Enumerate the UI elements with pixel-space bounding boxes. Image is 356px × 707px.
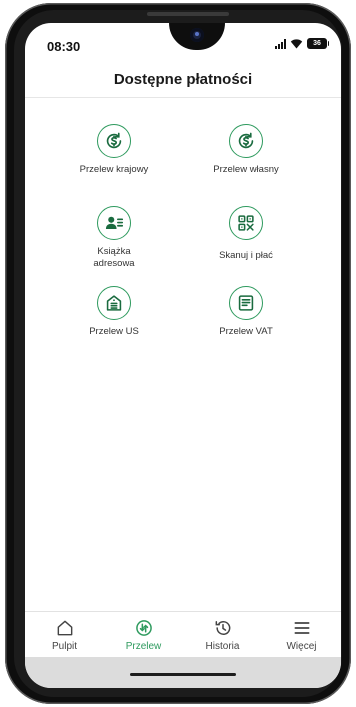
- nav-label: Więcej: [286, 641, 317, 652]
- page-title: Dostępne płatności: [113, 71, 253, 88]
- tile-przelew-us[interactable]: Przelew US: [54, 286, 174, 338]
- status-icons: 36: [275, 38, 329, 49]
- tile-label: Przelew własny: [213, 164, 279, 175]
- wifi-icon: [290, 39, 303, 49]
- tax-office-icon: [97, 286, 131, 320]
- tile-skanuj-i-plac[interactable]: Skanuj i płać: [186, 206, 306, 262]
- battery-icon: 36: [307, 38, 329, 49]
- home-icon: [57, 620, 72, 636]
- nav-label: Przelew: [125, 641, 162, 652]
- phone-frame: 08:30 36 Dostępne płatności Przelew kraj…: [5, 3, 351, 704]
- tile-label: Przelew krajowy: [79, 164, 149, 175]
- tile-przelew-wlasny[interactable]: Przelew własny: [186, 124, 306, 176]
- history-icon: [215, 621, 230, 635]
- dollar-cycle-icon: [97, 124, 131, 158]
- nav-label: Historia: [205, 641, 240, 652]
- nav-item-wiecej[interactable]: Więcej: [262, 612, 341, 657]
- header-divider: [25, 97, 341, 98]
- tile-label: Przelew US: [89, 326, 139, 337]
- vat-document-icon: [229, 286, 263, 320]
- nav-item-przelew[interactable]: Przelew: [104, 612, 183, 657]
- screen: 08:30 36 Dostępne płatności Przelew kraj…: [25, 23, 341, 688]
- nav-label: Pulpit: [51, 641, 77, 652]
- bottom-nav: Pulpit Przelew Historia Więcej: [25, 611, 341, 657]
- address-book-icon: [97, 206, 131, 240]
- tile-przelew-krajowy[interactable]: Przelew krajowy: [54, 124, 174, 176]
- status-time: 08:30: [47, 39, 81, 54]
- earpiece-speaker: [147, 12, 229, 16]
- home-gesture-bar[interactable]: [130, 673, 236, 676]
- camera-icon: [190, 28, 204, 42]
- tile-ksiazka-adresowa[interactable]: Książka adresowa: [54, 206, 174, 270]
- nav-item-historia[interactable]: Historia: [183, 612, 262, 657]
- nav-item-pulpit[interactable]: Pulpit: [25, 612, 104, 657]
- tile-label: Książka adresowa: [93, 246, 135, 269]
- qr-code-icon: [229, 206, 263, 240]
- gesture-area: [25, 657, 341, 688]
- signal-icon: [275, 38, 286, 49]
- tile-label: Skanuj i płać: [219, 250, 273, 261]
- menu-icon: [294, 622, 309, 634]
- dollar-cycle-icon: [229, 124, 263, 158]
- battery-level: 36: [313, 40, 321, 47]
- tile-label: Przelew VAT: [219, 326, 273, 337]
- transfer-icon: [135, 620, 152, 636]
- tile-przelew-vat[interactable]: Przelew VAT: [186, 286, 306, 338]
